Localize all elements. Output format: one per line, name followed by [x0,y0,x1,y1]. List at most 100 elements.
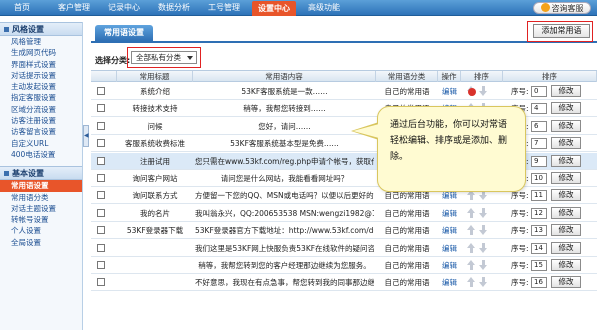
modify-button[interactable]: 修改 [551,241,581,254]
modify-button[interactable]: 修改 [551,189,581,202]
nav-item-3[interactable]: 数据分析 [152,0,196,16]
modify-button[interactable]: 修改 [551,119,581,132]
sidebar-section-heading[interactable]: 基本设置 [0,166,82,181]
modify-button[interactable]: 修改 [551,224,581,237]
sidebar-item[interactable]: 对话提示设置 [0,70,82,81]
phrase-content: 方便留一下您的QQ、MSN或电话吗？以便以后更好的… [195,191,374,201]
sequence-input[interactable]: 12 [531,207,547,219]
move-up-icon[interactable] [467,242,476,253]
collapse-sidebar-handle[interactable]: ◀ [83,125,89,147]
phrase-content: 不好意思，我现在有点急事，帮您转到我的同事那边继… [195,278,374,288]
nav-item-5[interactable]: 设置中心 [252,1,296,16]
edit-link[interactable]: 编辑 [442,257,460,274]
row-checkbox[interactable] [97,156,105,165]
sidebar-item[interactable]: 全局设置 [0,237,82,248]
sidebar-item[interactable]: 访客注册设置 [0,115,82,126]
move-up-icon[interactable] [467,277,476,288]
add-phrase-button[interactable]: 添加常用语 [533,24,590,38]
row-checkbox[interactable] [97,243,105,252]
modify-button[interactable]: 修改 [551,259,581,271]
move-down-icon[interactable] [479,225,488,236]
sidebar-item[interactable]: 风格管理 [0,36,82,47]
sequence-input[interactable]: 7 [531,138,547,150]
callout-text: 通过后台功能，你可以对常语轻松编辑、排序或是添加、删除。 [390,120,508,162]
modify-button[interactable]: 修改 [551,206,581,219]
row-checkbox[interactable] [97,104,105,113]
sequence-input[interactable]: 11 [531,190,547,202]
row-checkbox[interactable] [97,208,105,217]
consult-support-button[interactable]: 咨询客服 [533,2,591,14]
modify-button[interactable]: 修改 [551,85,581,97]
nav-item-1[interactable]: 客户管理 [52,0,96,16]
row-checkbox[interactable] [97,139,105,148]
sequence-input[interactable]: 4 [531,103,547,115]
row-checkbox[interactable] [97,121,105,130]
row-checkbox[interactable] [97,226,105,235]
sequence-input[interactable]: 10 [531,173,547,184]
edit-link[interactable]: 编辑 [442,205,460,222]
sidebar-item[interactable]: 常用语分类 [0,192,82,203]
category-filter-select[interactable]: 全部私有分类 [131,51,197,64]
sort-arrows [467,240,497,257]
move-down-icon[interactable] [479,86,488,96]
delete-icon[interactable] [468,88,476,96]
sequence-input[interactable]: 16 [531,277,547,289]
move-up-icon[interactable] [467,225,476,236]
modify-button[interactable]: 修改 [551,137,581,150]
sidebar-item[interactable]: 主动发起设置 [0,81,82,92]
sidebar-item[interactable]: 自定义URL [0,138,82,149]
sidebar-item[interactable]: 个人设置 [0,225,82,236]
sidebar-item[interactable]: 生成网页代码 [0,47,82,58]
sequence-cell: 序号: 16 修改 [511,274,593,291]
row-checkbox[interactable] [97,191,105,200]
move-down-icon[interactable] [479,260,488,270]
table-header: 常用标题 常用语内容 常用语分类 操作 排序 排序 [91,70,597,82]
sidebar-item[interactable]: 转帐号设置 [0,214,82,225]
edit-link[interactable]: 编辑 [442,240,460,257]
move-up-icon[interactable] [467,260,476,270]
move-down-icon[interactable] [479,207,488,218]
edit-link[interactable]: 编辑 [442,83,460,100]
nav-item-4[interactable]: 工号管理 [202,0,246,16]
phrase-title: 转接技术支持 [132,104,178,114]
sidebar-item[interactable]: 区域分流设置 [0,104,82,115]
row-checkbox[interactable] [97,87,105,95]
sequence-label: 序号: [511,208,529,218]
edit-link[interactable]: 编辑 [442,222,460,239]
move-up-icon[interactable] [467,207,476,218]
sequence-input[interactable]: 9 [531,155,547,167]
table-row: 不好意思，我现在有点急事，帮您转到我的同事那边继… 自己的常用语 编辑 序号: 16 修改 [91,274,597,292]
sidebar-item[interactable]: 对话主题设置 [0,203,82,214]
modify-button[interactable]: 修改 [551,276,581,289]
sidebar-item[interactable]: 界面样式设置 [0,59,82,70]
modify-button[interactable]: 修改 [551,172,581,184]
tab-phrase-settings[interactable]: 常用语设置 [95,25,153,41]
sequence-input[interactable]: 14 [531,242,547,254]
sidebar-item[interactable]: 400电话设置 [0,149,82,160]
edit-link[interactable]: 编辑 [442,274,460,291]
row-checkbox[interactable] [97,261,105,269]
sort-arrows [467,274,497,291]
sequence-input[interactable]: 15 [531,260,547,271]
move-down-icon[interactable] [479,242,488,253]
sidebar-item[interactable]: 访客留言设置 [0,126,82,137]
sidebar-section-heading[interactable]: 风格设置 [0,22,82,36]
column-header: 常用语内容 [193,71,376,82]
row-checkbox[interactable] [97,278,105,287]
sidebar-item[interactable]: 指定客服设置 [0,92,82,103]
nav-item-2[interactable]: 记录中心 [102,0,146,16]
modify-button[interactable]: 修改 [551,102,581,115]
phrase-category: 自己的常用语 [384,243,430,253]
sequence-input[interactable]: 13 [531,225,547,237]
sequence-input[interactable]: 0 [531,86,547,97]
nav-item-6[interactable]: 高级功能 [302,0,346,16]
sequence-input[interactable]: 6 [531,120,547,132]
phrase-content: 稍等，我帮您转接到…… [243,104,326,114]
sidebar-item[interactable]: 常用语设置 [0,180,82,192]
row-checkbox[interactable] [97,174,105,182]
sort-arrows [467,257,497,274]
move-down-icon[interactable] [479,277,488,288]
table-row: 53KF登录器下载 53KF登录器官方下载地址：http://www.53kf.c… [91,222,597,240]
modify-button[interactable]: 修改 [551,154,581,167]
nav-item-0[interactable]: 首页 [2,0,42,16]
